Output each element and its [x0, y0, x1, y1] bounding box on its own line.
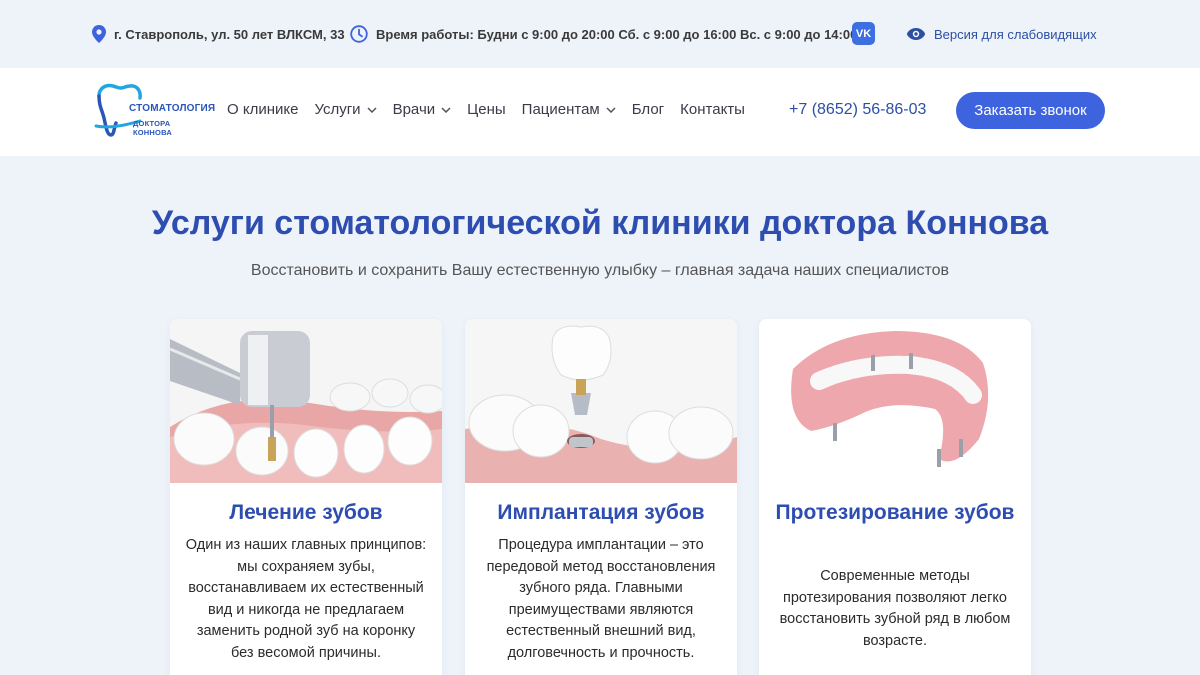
service-card-treatment[interactable]: Лечение зубов Один из наших главных прин… [170, 319, 442, 675]
card-title: Лечение зубов [229, 501, 383, 524]
phone-link[interactable]: +7 (8652) 56-86-03 [789, 101, 926, 119]
order-call-button[interactable]: Заказать звонок [956, 92, 1105, 129]
chevron-down-icon [606, 106, 616, 113]
card-title: Протезирование зубов [775, 501, 1015, 524]
vk-label: VK [855, 27, 872, 40]
nav-label: Цены [467, 101, 506, 118]
top-info-bar: г. Ставрополь, ул. 50 лет ВЛКСМ, 33 Врем… [0, 0, 1200, 68]
nav-label: Врачи [392, 101, 436, 118]
chevron-down-icon [441, 106, 451, 113]
accessibility-link[interactable]: Версия для слабовидящих [906, 24, 1097, 44]
nav-item-about[interactable]: О клинике [227, 101, 298, 118]
clinic-logo[interactable]: СТОМАТОЛОГИЯ ДОКТОРА КОННОВА [93, 82, 215, 140]
chevron-down-icon [367, 106, 377, 113]
nav-item-doctors[interactable]: Врачи [393, 101, 452, 118]
service-card-implantation[interactable]: Имплантация зубов Процедура имплантации … [465, 319, 737, 675]
page-title: Услуги стоматологической клиники доктора… [151, 204, 1049, 242]
nav-item-blog[interactable]: Блог [632, 101, 664, 118]
nav-label: Пациентам [521, 101, 600, 118]
address: г. Ставрополь, ул. 50 лет ВЛКСМ, 33 [92, 24, 345, 44]
vk-icon[interactable]: VK [852, 22, 875, 45]
working-hours-text: Время работы: Будни с 9:00 до 20:00 Сб. … [376, 26, 858, 42]
nav-item-prices[interactable]: Цены [467, 101, 506, 118]
service-card-prosthetics[interactable]: Протезирование зубов Современные методы … [759, 319, 1031, 675]
logo-line2: ДОКТОРА КОННОВА [133, 119, 172, 137]
page-subtitle: Восстановить и сохранить Вашу естественн… [250, 262, 950, 279]
nav-item-services[interactable]: Услуги [314, 101, 377, 118]
dental-drill-image [170, 319, 442, 483]
logo-line1: СТОМАТОЛОГИЯ [129, 103, 216, 114]
accessibility-text: Версия для слабовидящих [934, 26, 1097, 42]
card-text: Процедура имплантации – это передовой ме… [486, 537, 716, 661]
nav-label: Контакты [680, 101, 745, 118]
address-text: г. Ставрополь, ул. 50 лет ВЛКСМ, 33 [114, 26, 345, 42]
nav-label: Услуги [314, 101, 361, 118]
card-title: Имплантация зубов [497, 501, 705, 524]
main-header: СТОМАТОЛОГИЯ ДОКТОРА КОННОВА О клинике У… [0, 68, 1200, 156]
clock-icon [350, 25, 368, 43]
dental-implant-image [465, 319, 737, 483]
location-pin-icon [92, 25, 106, 43]
main-nav: О клинике Услуги Врачи Цены Пациентам Бл… [227, 101, 761, 118]
nav-item-contacts[interactable]: Контакты [680, 101, 745, 118]
eye-icon [906, 28, 926, 40]
nav-label: Блог [631, 101, 665, 118]
nav-item-patients[interactable]: Пациентам [522, 101, 616, 118]
nav-label: О клинике [227, 101, 299, 118]
card-text: Один из наших главных принципов: мы сохр… [185, 537, 427, 661]
dental-prosthesis-image [759, 319, 1031, 483]
working-hours: Время работы: Будни с 9:00 до 20:00 Сб. … [350, 24, 857, 44]
card-text: Современные методы протезирования позвол… [779, 568, 1011, 649]
